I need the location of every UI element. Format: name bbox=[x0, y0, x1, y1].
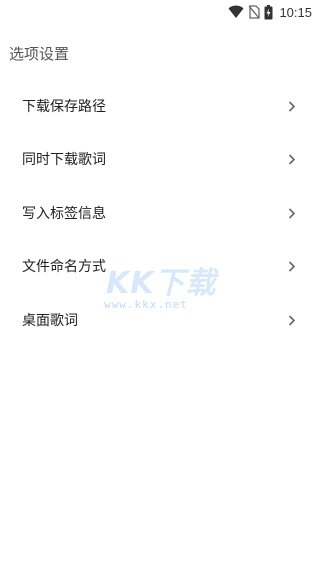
settings-item-label: 下载保存路径 bbox=[22, 98, 106, 115]
settings-item-label: 同时下载歌词 bbox=[22, 152, 106, 169]
chevron-right-icon bbox=[288, 204, 296, 223]
chevron-right-icon bbox=[288, 258, 296, 277]
wifi-icon bbox=[228, 5, 244, 19]
chevron-right-icon bbox=[288, 311, 296, 330]
status-icons: 10:15 bbox=[228, 3, 312, 21]
settings-item-write-tags[interactable]: 写入标签信息 bbox=[0, 187, 320, 241]
settings-item-file-naming[interactable]: 文件命名方式 bbox=[0, 241, 320, 295]
chevron-right-icon bbox=[288, 97, 296, 116]
settings-list: 下载保存路径 同时下载歌词 写入标签信息 文件命名方式 桌面歌词 bbox=[0, 80, 320, 348]
settings-item-download-path[interactable]: 下载保存路径 bbox=[0, 80, 320, 134]
no-sim-icon bbox=[248, 5, 261, 19]
settings-item-label: 写入标签信息 bbox=[22, 205, 106, 222]
page-title: 选项设置 bbox=[9, 45, 70, 63]
settings-item-desktop-lyrics[interactable]: 桌面歌词 bbox=[0, 294, 320, 348]
status-time: 10:15 bbox=[279, 4, 312, 20]
battery-charging-icon bbox=[264, 4, 273, 20]
settings-item-download-lyrics[interactable]: 同时下载歌词 bbox=[0, 134, 320, 188]
chevron-right-icon bbox=[288, 151, 296, 170]
settings-item-label: 桌面歌词 bbox=[22, 312, 78, 329]
status-bar: 10:15 bbox=[0, 0, 320, 24]
settings-item-label: 文件命名方式 bbox=[22, 259, 106, 276]
